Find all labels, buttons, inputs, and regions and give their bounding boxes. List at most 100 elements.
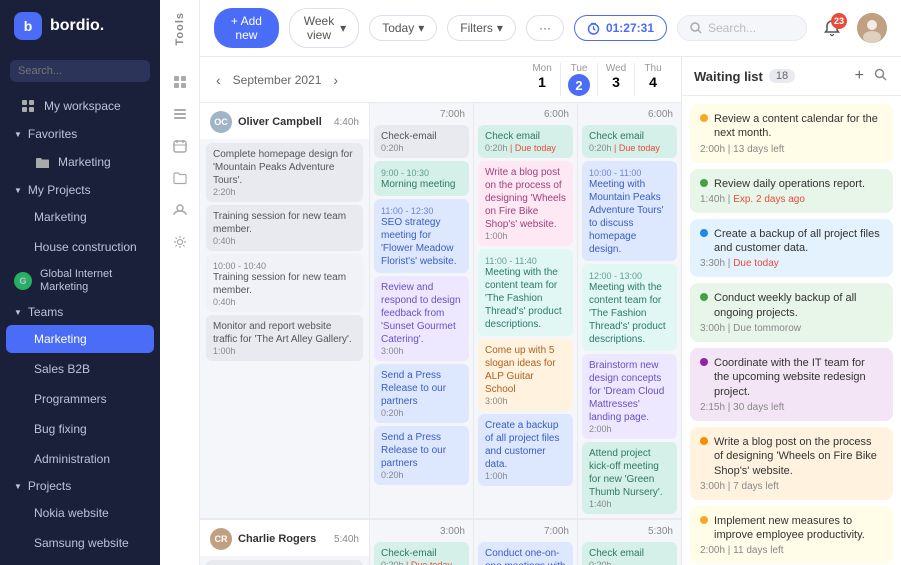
event-card[interactable]: Write a blog post on the process of desi… [478,161,573,246]
event-card[interactable]: Check-email 0:20h [206,560,363,565]
day-headers: Mon 1 Tue 2 Wed 3 Thu 4 [354,63,671,96]
waiting-list-item[interactable]: Coordinate with the IT team for the upco… [690,348,893,421]
favorites-label: Favorites [28,127,77,141]
week-view-button[interactable]: Week view ▾ [289,8,359,48]
more-label: ··· [539,21,551,35]
event-card[interactable]: Check email 0:20h | Due today [582,125,677,158]
waiting-list-add-button[interactable]: + [853,67,866,85]
event-card[interactable]: Come up with 5 slogan ideas for ALP Guit… [478,339,573,411]
day-name-4: Thu [635,63,671,74]
month-label: September 2021 [233,73,322,87]
sidebar-teams-header[interactable]: ▼ Teams [0,300,160,324]
sidebar-item-my-workspace[interactable]: My workspace [6,91,154,121]
prev-nav-button[interactable]: ‹ [210,70,227,90]
event-card[interactable]: Send a Press Release to our partners 0:2… [374,364,469,423]
waiting-list-panel: Waiting list 18 + Review a content calen… [681,57,901,565]
event-card[interactable]: Training session for new team member. 0:… [206,205,363,251]
chevron-week-icon: ▾ [340,21,346,35]
more-button[interactable]: ··· [526,15,564,41]
person-1-avatar: OC [210,111,232,133]
wl-item-title: Coordinate with the IT team for the upco… [714,356,883,399]
sidebar-item-marketing-fav[interactable]: Marketing [6,147,154,177]
sidebar-global-item[interactable]: G Global Internet Marketing [0,262,160,300]
tools-column-label: Tools [174,12,186,56]
projects-sub-label: Projects [28,479,71,493]
folder-icon [34,154,50,170]
event-card[interactable]: 11:00 - 12:30 SEO strategy meeting for '… [374,199,469,273]
wl-item-meta: 2:00h | 13 days left [700,144,883,155]
event-card[interactable]: Conduct one-on-one meetings with direct … [478,542,573,565]
event-card[interactable]: Review and respond to design feedback fr… [374,276,469,361]
day-num-1: 1 [524,74,560,90]
sidebar-item-house-construction[interactable]: House construction [6,233,154,261]
search-box[interactable]: Search... [677,15,807,41]
next-nav-button[interactable]: › [327,70,344,90]
person-col-spacer [354,63,524,96]
sidebar-item-administration[interactable]: Administration [6,445,154,473]
event-card[interactable]: Check email 0:20h [582,542,677,565]
sidebar-my-projects-header[interactable]: ▼ My Projects [0,178,160,202]
grid-tool-icon[interactable] [166,68,194,96]
event-card[interactable]: Check-email 0:20h [374,125,469,158]
user-avatar[interactable] [857,13,887,43]
person-tool-icon[interactable] [166,196,194,224]
chevron-today-icon: ▾ [418,21,424,35]
waiting-list-item[interactable]: Create a backup of all project files and… [690,219,893,278]
sidebar-item-samsung[interactable]: Samsung website [6,529,154,557]
day-num-today: 2 [568,74,590,96]
waiting-list-item[interactable]: Review daily operations report. 1:40h | … [690,169,893,213]
event-card[interactable]: Check email 0:20h | Due today [478,125,573,158]
calendar-tool-icon[interactable] [166,132,194,160]
person-2-day4-cell: 5:30h Check email 0:20h Finalize the scr… [578,520,681,565]
sidebar: b bordio. My workspace ▼ Favorites Marke… [0,0,160,565]
timer-badge[interactable]: 01:27:31 [574,15,667,41]
waiting-list-item-header: Conduct weekly backup of all ongoing pro… [700,291,883,320]
tools-column: Tools [160,0,200,565]
event-card[interactable]: Monitor and report website traffic for '… [206,315,363,361]
event-card[interactable]: 11:00 - 11:40 Meeting with the content t… [478,249,573,336]
list-tool-icon[interactable] [166,100,194,128]
sidebar-item-deloitte[interactable]: Deloitte redesign [6,559,154,565]
waiting-list-item[interactable]: Review a content calendar for the next m… [690,104,893,163]
event-card[interactable]: 10:00 - 11:00 Meeting with Mountain Peak… [582,161,677,261]
waiting-list-header: Waiting list 18 + [682,57,901,96]
person-2-name: Charlie Rogers [238,533,316,545]
event-card[interactable]: Check-email 0:20h | Due today [374,542,469,565]
programmers-label: Programmers [34,392,107,406]
sidebar-item-marketing-proj[interactable]: Marketing [6,203,154,231]
waiting-list-item[interactable]: Write a blog post on the process of desi… [690,427,893,500]
today-button[interactable]: Today ▾ [369,15,437,41]
waiting-list-item[interactable]: Conduct weekly backup of all ongoing pro… [690,283,893,342]
day-num-4: 4 [635,74,671,90]
event-card[interactable]: Create a backup of all project files and… [478,414,573,486]
event-card[interactable]: Attend project kick-off meeting for new … [582,442,677,514]
event-card[interactable]: 10:00 - 10:40 Training session for new t… [206,254,363,312]
sidebar-projects-header[interactable]: ▼ Projects [0,474,160,498]
event-card[interactable]: Brainstorm new design concepts for 'Drea… [582,354,677,439]
waiting-list-items: Review a content calendar for the next m… [682,96,901,565]
event-card[interactable]: Send a Press Release to our partners 0:2… [374,426,469,485]
person-1-day2-hours: 7:00h [374,107,469,122]
add-new-button[interactable]: + Add new [214,8,279,48]
waiting-list-search-button[interactable] [872,67,889,85]
settings-tool-icon[interactable] [166,228,194,256]
sidebar-item-bug-fixing[interactable]: Bug fixing [6,415,154,443]
sidebar-item-sales[interactable]: Sales B2B [6,355,154,383]
sidebar-item-nokia[interactable]: Nokia website [6,499,154,527]
person-2-avatar: CR [210,528,232,550]
wl-dot-icon [700,437,708,445]
event-card[interactable]: 12:00 - 13:00 Meeting with the content t… [582,264,677,351]
sidebar-favorites-header[interactable]: ▼ Favorites [0,122,160,146]
sidebar-search-input[interactable] [10,60,150,82]
event-card[interactable]: Complete homepage design for 'Mountain P… [206,143,363,202]
waiting-list-item[interactable]: Implement new measures to improve employ… [690,506,893,565]
event-card[interactable]: 9:00 - 10:30 Morning meeting [374,161,469,196]
folder-tool-icon[interactable] [166,164,194,192]
calendar-header: ‹ September 2021 › Mon 1 Tue 2 [200,57,681,103]
sidebar-item-programmers[interactable]: Programmers [6,385,154,413]
wl-item-title: Review a content calendar for the next m… [714,112,883,141]
teams-label: Teams [28,305,63,319]
sidebar-item-marketing-team[interactable]: Marketing [6,325,154,353]
filters-button[interactable]: Filters ▾ [447,15,516,41]
notification-button[interactable]: 23 [817,13,847,43]
